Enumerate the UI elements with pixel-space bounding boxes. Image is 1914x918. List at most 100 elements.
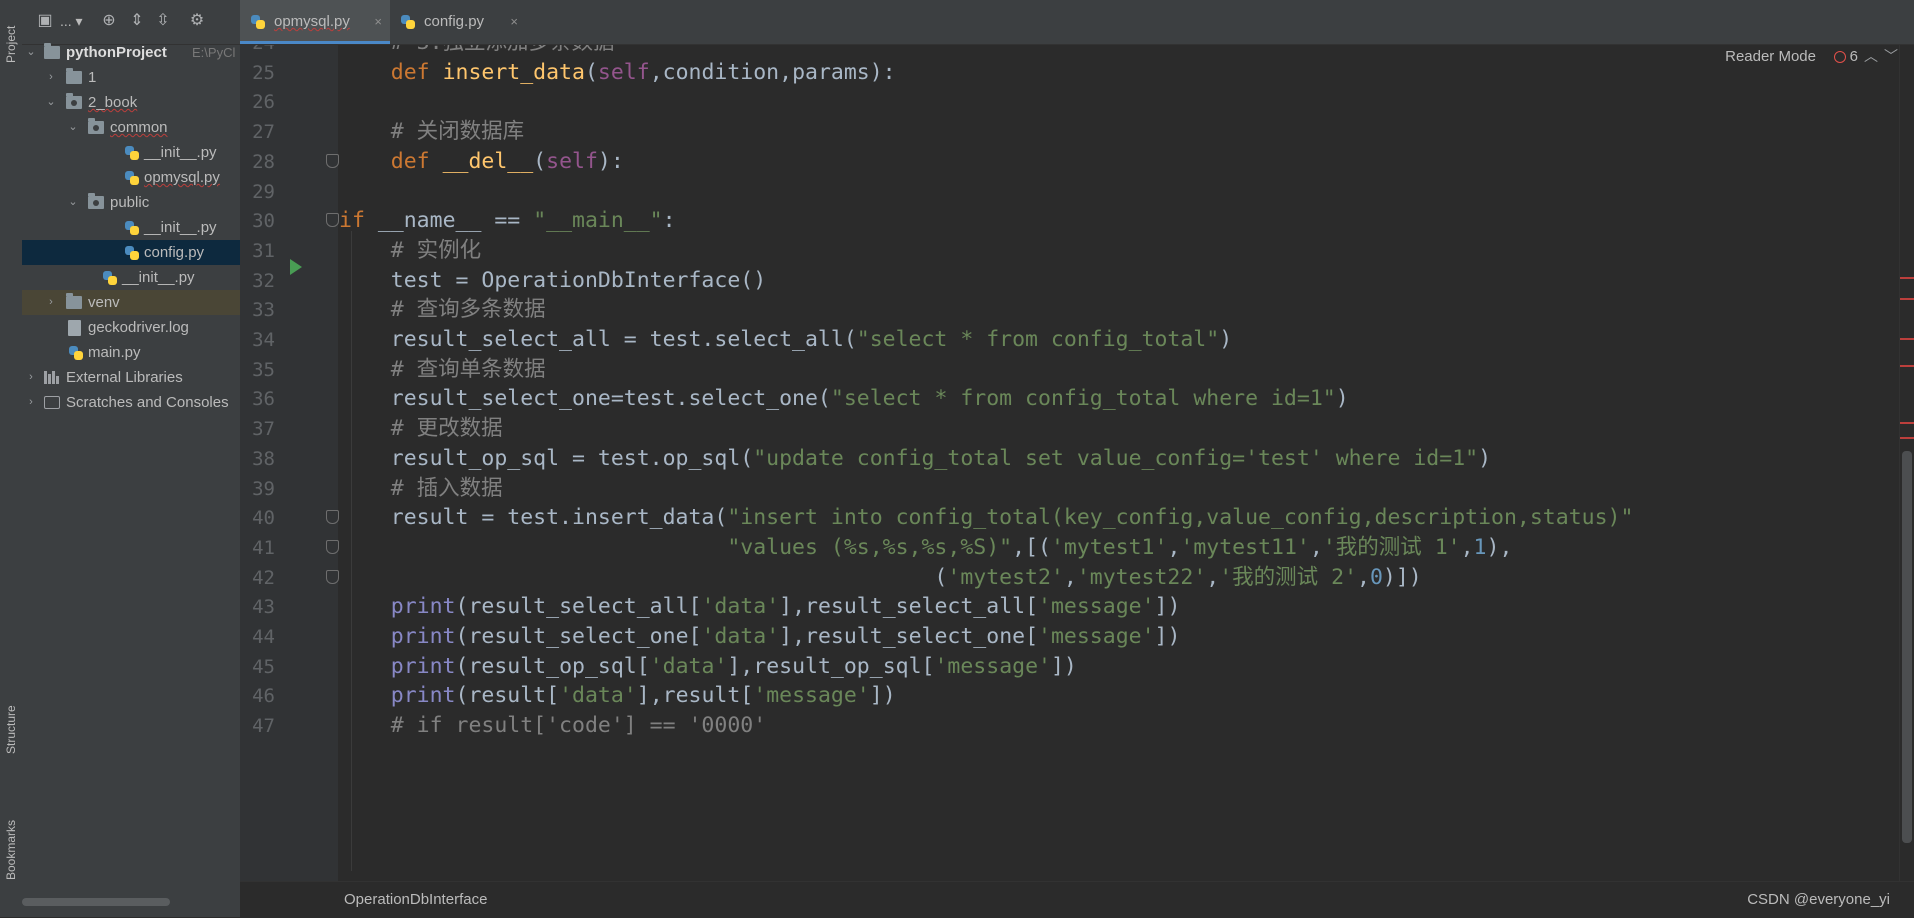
locate-icon[interactable]: ⊕ [98,10,120,32]
chevron-right-icon[interactable]: › [44,290,58,315]
code-line[interactable]: result_op_sql = test.op_sql("update conf… [339,441,1491,477]
error-marker[interactable] [1900,338,1914,340]
reader-mode-button[interactable]: Reader Mode [1725,48,1816,65]
previous-problem-icon[interactable]: ︿ [1864,46,1878,66]
line-number[interactable]: 47 [240,708,275,744]
chevron-down-icon[interactable]: ⌄ [66,190,80,215]
reader-mode-label: Reader Mode [1725,48,1816,65]
chevron-down-icon[interactable]: ⌄ [24,40,38,65]
tree-item-label: 2_book [88,94,138,111]
code-token: "insert into config_total(key_config,val… [727,505,1634,531]
tree-item-public[interactable]: ⌄ public [22,190,240,215]
package-icon [88,193,104,209]
code-token: result_op_sql = test.op_sql( [339,445,754,471]
code-token: '我的测试 2' [1219,564,1358,590]
tree-item-label: public [110,194,150,211]
tree-item-init-common[interactable]: __init__.py [22,140,240,165]
layout-icon[interactable]: ▣ [34,10,56,32]
chevron-right-icon[interactable]: › [24,365,38,390]
error-marker[interactable] [1900,365,1914,367]
code-token: 'message' [934,653,1051,679]
tree-item-venv[interactable]: › venv [22,290,240,315]
code-token: "update config_total set value_config='t… [753,445,1479,471]
code-line[interactable]: def insert_data(self,condition,params): [339,55,896,91]
expand-all-icon[interactable]: ⇕ [126,10,148,32]
fold-marker-icon[interactable] [326,569,339,584]
tree-item-common[interactable]: ⌄ common [22,115,240,140]
tab-config[interactable]: config.py × [390,0,526,44]
code-token: 'mytest22' [1076,564,1207,590]
code-line[interactable]: def __del__(self): [339,144,624,180]
package-icon [66,93,82,109]
close-icon[interactable]: × [374,0,382,44]
error-marker[interactable] [1900,437,1914,439]
chevron-down-icon[interactable]: ⌄ [44,90,58,115]
bookmarks-toolwindow-button[interactable]: Bookmarks [0,800,22,900]
collapse-all-icon[interactable]: ⇳ [152,10,174,32]
python-file-icon [250,14,266,30]
tree-item-main[interactable]: main.py [22,340,240,365]
text-file-icon [68,320,81,336]
tree-item-1[interactable]: › 1 [22,65,240,90]
run-icon[interactable] [290,259,302,275]
structure-toolwindow-button[interactable]: Structure [0,690,22,770]
tree-item-scratches[interactable]: › Scratches and Consoles [22,390,240,415]
tree-item-init-public[interactable]: __init__.py [22,215,240,240]
scrollbar-thumb[interactable] [1902,451,1912,843]
problems-indicator[interactable]: 6 [1833,48,1858,65]
view-dropdown[interactable]: ... ▾ [60,10,83,32]
fold-marker-icon[interactable] [326,213,339,228]
code-token: ,condition,params): [649,59,896,85]
tree-item-label: config.py [144,244,205,261]
code-token: # 更改数据 [339,416,503,442]
close-icon[interactable]: × [510,0,518,44]
code-token: print [390,683,456,709]
code-token: self [546,148,598,174]
tree-item-2-book[interactable]: ⌄ 2_book [22,90,240,115]
error-marker[interactable] [1900,298,1914,300]
chevron-right-icon[interactable]: › [44,65,58,90]
project-horizontal-scrollbar[interactable] [22,898,170,906]
package-icon [88,118,104,134]
project-toolwindow-button[interactable]: Project [0,4,22,84]
tree-item-init-root[interactable]: __init__.py [22,265,240,290]
code-token: ) [1335,386,1349,412]
next-problem-icon[interactable]: ﹀ [1884,46,1898,66]
fold-marker-icon[interactable] [326,539,339,554]
tree-item-external-libraries[interactable]: › External Libraries [22,365,240,390]
gear-icon[interactable]: ⚙ [186,10,208,32]
error-marker[interactable] [1900,277,1914,279]
tree-item-pythonproject[interactable]: ⌄ pythonProject E:\PyCl [22,40,240,65]
error-marker[interactable] [1900,422,1914,424]
code-token: (result[ [455,683,560,709]
tree-item-label: __init__.py [122,269,195,286]
tab-opmysql[interactable]: opmysql.py × [240,0,390,44]
fold-marker-icon[interactable] [326,153,339,168]
tree-item-label: __init__.py [144,219,217,236]
editor-vertical-scrollbar[interactable] [1899,45,1914,881]
code-token: # 关闭数据库 [339,119,525,145]
chevron-down-icon[interactable]: ⌄ [66,115,80,140]
code-token: 'message' [753,683,870,709]
tab-label: opmysql.py [274,13,350,30]
editor-tab-bar: opmysql.py × config.py × [240,0,1914,45]
code-line[interactable]: # if result['code'] == '0000' [339,708,766,744]
problems-count: 6 [1849,48,1858,65]
tree-item-geckodriver-log[interactable]: geckodriver.log [22,315,240,340]
fold-marker-icon[interactable] [326,510,339,525]
code-token: if [339,208,378,234]
tree-item-opmysql[interactable]: opmysql.py [22,165,240,190]
code-token: # if result['code'] == '0000' [339,713,767,739]
tree-item-config[interactable]: config.py [22,240,240,265]
code-editor[interactable]: 2425262728293031323334353637383940414243… [240,45,1914,881]
breadcrumb[interactable]: OperationDbInterface [344,882,487,918]
code-token: "select * from config_total where id=1" [830,386,1336,412]
tree-item-label: __init__.py [144,144,217,161]
code-token: 'mytest1' [1050,534,1168,560]
code-token: "values (%s,%s,%s,%S)" [727,534,1013,560]
chevron-right-icon[interactable]: › [24,390,38,415]
